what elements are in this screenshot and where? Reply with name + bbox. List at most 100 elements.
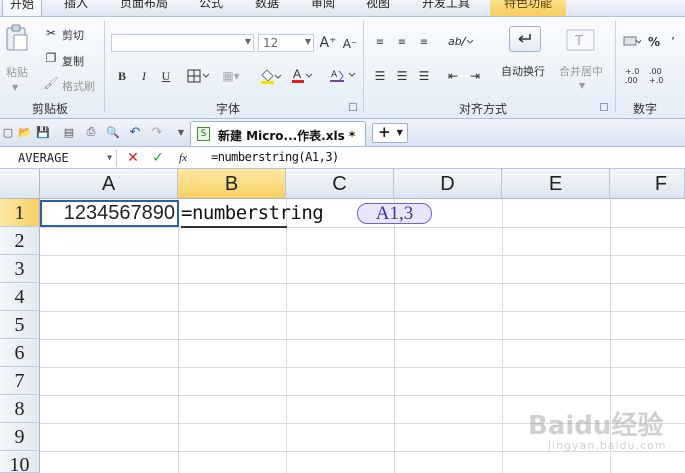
insert-function-button[interactable]: fx (175, 150, 191, 166)
column-header-a[interactable]: A (40, 169, 178, 199)
select-all-corner[interactable] (0, 169, 40, 199)
format-painter-icon[interactable]: 🖌 (43, 76, 58, 90)
font-size-select[interactable]: 12 ▼ (258, 34, 314, 52)
cell-b1-formula-text: =numberstring (181, 202, 324, 224)
cancel-formula-button[interactable]: ✕ (125, 150, 141, 166)
row-header-7[interactable]: 7 (0, 367, 40, 395)
watermark: Baidu经验 jingyan.baidu.com (528, 405, 667, 452)
wrap-text-icon[interactable] (509, 26, 541, 52)
wrap-text-button[interactable]: 自动换行 (501, 63, 545, 79)
align-middle-icon[interactable]: ≡ (394, 35, 410, 49)
column-header-d[interactable]: D (394, 169, 502, 199)
merge-center-button[interactable]: 合并居中 (559, 63, 603, 79)
undo-icon[interactable]: ↶ (128, 125, 142, 140)
name-box[interactable]: AVERAGE ▼ (0, 149, 117, 167)
percent-button[interactable]: % (646, 34, 662, 50)
open-folder-icon[interactable]: 📂 (18, 125, 32, 139)
row-header-3[interactable]: 3 (0, 255, 40, 283)
tab-view[interactable]: 视图 (363, 0, 393, 16)
tab-review[interactable]: 审阅 (308, 0, 338, 16)
gridline (40, 339, 685, 340)
copy-icon[interactable]: ❐ (44, 51, 58, 65)
svg-text:T: T (574, 34, 583, 49)
italic-button[interactable]: I (136, 68, 152, 84)
cell-b1[interactable]: =numberstring (181, 201, 324, 228)
text-direction-icon[interactable]: ab (446, 33, 474, 49)
column-header-c[interactable]: C (286, 169, 394, 199)
ribbon: 粘贴 ▼ ✂ 剪切 ❐ 复制 🖌 格式刷 剪贴板 ▼ 12 ▼ A⁺ A⁻ B I… (0, 17, 685, 119)
format-painter-button[interactable]: 格式刷 (62, 78, 95, 94)
decrease-decimal-button[interactable]: .00 +.0 (649, 67, 663, 85)
tab-page-layout[interactable]: 页面布局 (114, 0, 174, 16)
align-left-icon[interactable]: ☰ (372, 69, 388, 83)
bold-button[interactable]: B (114, 68, 130, 84)
new-doc-icon[interactable]: ▢ (1, 125, 15, 139)
group-separator (615, 21, 616, 113)
decrease-indent-icon[interactable]: ⇤ (444, 69, 462, 83)
tab-home[interactable]: 开始 (2, 0, 42, 16)
tab-insert[interactable]: 插入 (58, 0, 94, 16)
cell-style-icon[interactable]: ▦▾ (218, 68, 244, 84)
row-header-10[interactable]: 10 (0, 451, 40, 473)
border-icon[interactable] (186, 68, 210, 84)
alignment-group-label: 对齐方式 (459, 102, 508, 116)
paste-dropdown-icon[interactable]: ▼ (12, 83, 18, 92)
confirm-formula-button[interactable]: ✓ (150, 150, 166, 166)
gridline (40, 395, 685, 396)
phonetic-icon[interactable]: A (328, 67, 358, 83)
row-header-5[interactable]: 5 (0, 311, 40, 339)
increase-decimal-button[interactable]: +.0 .00 (625, 67, 639, 85)
merge-dropdown-icon[interactable]: ▼ (579, 81, 585, 90)
paste-button[interactable]: 粘贴 (6, 64, 28, 80)
align-top-icon[interactable]: ≡ (372, 35, 388, 49)
column-header-b[interactable]: B (178, 169, 286, 199)
group-separator (104, 21, 105, 113)
align-center-icon[interactable]: ☰ (394, 69, 410, 83)
plus-icon: + (378, 123, 391, 141)
row-header-6[interactable]: 6 (0, 339, 40, 367)
font-name-select[interactable]: ▼ (111, 34, 254, 52)
quick-access-dropdown-icon[interactable]: ▼ (174, 125, 188, 139)
increase-indent-icon[interactable]: ⇥ (466, 69, 484, 83)
paste-icon[interactable] (4, 23, 30, 53)
alignment-dialog-launcher-icon[interactable] (600, 103, 608, 111)
new-tab-button[interactable]: + ▼ (372, 123, 408, 143)
cut-button[interactable]: 剪切 (62, 27, 84, 43)
save-icon[interactable]: 💾 (36, 125, 50, 139)
row-header-4[interactable]: 4 (0, 283, 40, 311)
copy-button[interactable]: 复制 (62, 53, 84, 69)
export-icon[interactable]: ▤ (62, 125, 76, 139)
print-preview-icon[interactable]: 🔍 (106, 125, 120, 139)
formula-input[interactable]: =numberstring(A1,3) (211, 150, 339, 164)
fill-color-icon[interactable] (258, 67, 282, 85)
row-header-2[interactable]: 2 (0, 227, 40, 255)
column-header-e[interactable]: E (502, 169, 610, 199)
shrink-font-button[interactable]: A⁻ (342, 36, 358, 52)
row-header-9[interactable]: 9 (0, 423, 40, 451)
tab-formulas[interactable]: 公式 (196, 0, 226, 16)
row-header-8[interactable]: 8 (0, 395, 40, 423)
tab-data[interactable]: 数据 (252, 0, 282, 16)
align-bottom-icon[interactable]: ≡ (416, 35, 432, 49)
font-dialog-launcher-icon[interactable] (349, 103, 357, 111)
redo-icon[interactable]: ↷ (150, 125, 164, 140)
merge-center-icon[interactable]: T (566, 27, 596, 53)
gridline (40, 227, 685, 228)
tab-special-features[interactable]: 特色功能 (490, 0, 566, 16)
underline-button[interactable]: U (158, 68, 174, 84)
print-icon[interactable]: ⎙ (84, 125, 98, 139)
comma-style-icon[interactable]: ’ (666, 35, 680, 49)
currency-format-icon[interactable] (622, 35, 642, 49)
svg-text:A: A (331, 70, 338, 80)
document-tab[interactable]: S 新建 Micro...作表.xls * (190, 121, 366, 146)
font-color-icon[interactable]: A (290, 66, 314, 84)
grow-font-button[interactable]: A⁺ (320, 35, 337, 51)
align-right-icon[interactable]: ☰ (416, 69, 432, 83)
formula-argument-reference[interactable]: A1,3 (357, 203, 432, 224)
tab-developer[interactable]: 开发工具 (416, 0, 476, 16)
formula-bar: AVERAGE ▼ ✕ ✓ fx =numberstring(A1,3) (0, 147, 685, 169)
row-header-1[interactable]: 1 (0, 199, 40, 227)
column-header-f[interactable]: F (610, 169, 685, 199)
cell-a1[interactable]: 1234567890 (40, 200, 179, 227)
scissors-icon[interactable]: ✂ (44, 26, 58, 40)
